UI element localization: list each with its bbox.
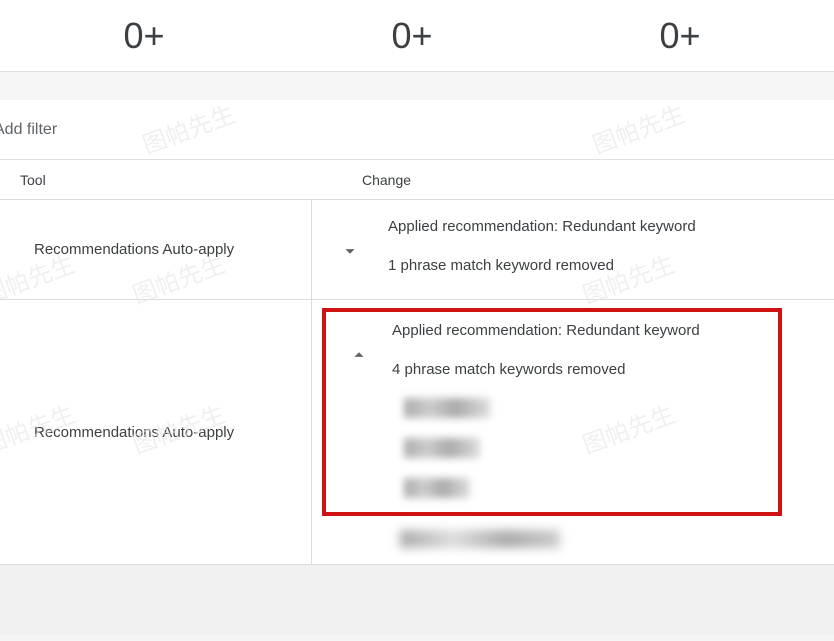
cell-change: Applied recommendation: Redundant keywor… (312, 200, 834, 299)
change-subtitle: 1 phrase match keyword removed (388, 257, 820, 274)
table-row: Recommendations Auto-apply Applied recom… (0, 300, 834, 565)
cell-change: Applied recommendation: Redundant keywor… (312, 300, 834, 564)
change-history-table: Tool Change Recommendations Auto-apply A… (0, 160, 834, 565)
change-subtitle: 4 phrase match keywords removed (392, 361, 778, 378)
stat-item[interactable]: 0+ (278, 15, 546, 57)
filter-bar: Add filter (0, 100, 834, 160)
stats-bar: 0+ 0+ 0+ (0, 0, 834, 72)
column-header-tool[interactable]: Tool (0, 172, 312, 188)
redacted-keyword (312, 530, 834, 548)
column-header-change[interactable]: Change (312, 172, 834, 188)
chevron-up-icon[interactable] (348, 344, 370, 366)
redacted-keyword (404, 478, 470, 498)
table-row: Recommendations Auto-apply Applied recom… (0, 200, 834, 300)
stat-value: 0+ (123, 15, 164, 57)
change-title: Applied recommendation: Redundant keywor… (392, 322, 778, 339)
cell-tool: Recommendations Auto-apply (0, 200, 312, 299)
highlighted-change-box: Applied recommendation: Redundant keywor… (322, 308, 782, 516)
stat-value: 0+ (391, 15, 432, 57)
change-title: Applied recommendation: Redundant keywor… (388, 218, 820, 235)
chevron-down-icon[interactable] (339, 240, 361, 262)
redacted-keyword (404, 438, 480, 458)
stat-item[interactable]: 0+ (10, 15, 278, 57)
table-header-row: Tool Change (0, 160, 834, 200)
bottom-spacer (0, 565, 834, 635)
add-filter-button[interactable]: Add filter (0, 121, 57, 139)
redacted-keyword (404, 398, 490, 418)
cell-tool: Recommendations Auto-apply (0, 300, 312, 564)
stat-value: 0+ (659, 15, 700, 57)
stat-item[interactable]: 0+ (546, 15, 814, 57)
removed-keywords-list (326, 398, 778, 498)
